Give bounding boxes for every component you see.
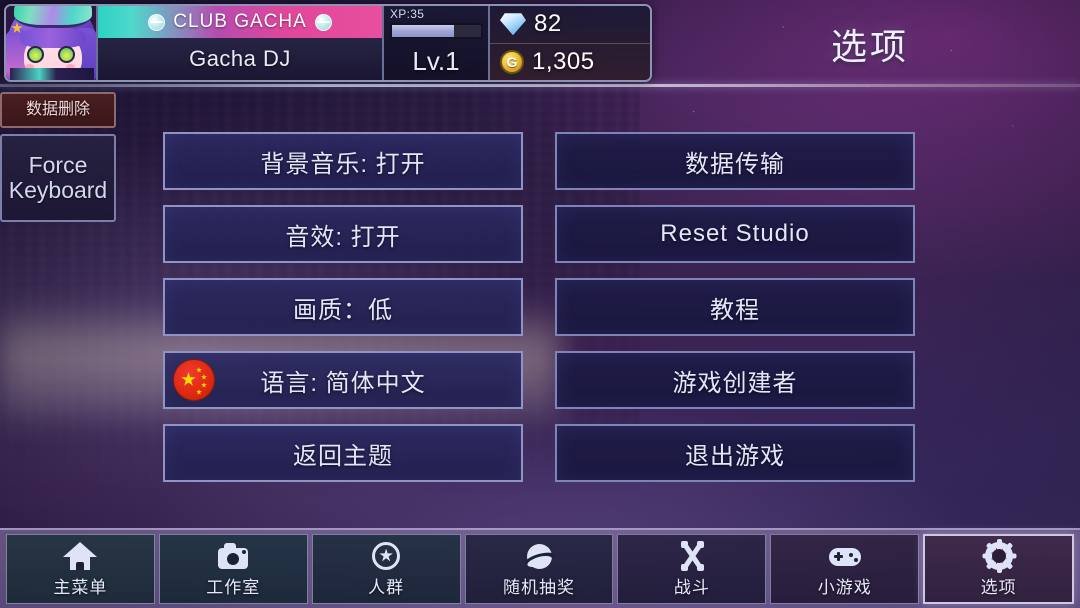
options-column-left: 背景音乐: 打开 音效: 打开 画质：低 语言: 简体中文 返回主题 (163, 132, 523, 497)
avatar-eye-right (58, 46, 75, 63)
avatar-portrait (6, 6, 96, 80)
back-to-theme-button[interactable]: 返回主题 (163, 424, 523, 482)
nav-minigames[interactable]: 小游戏 (770, 534, 920, 604)
nav-battle[interactable]: 战斗 (617, 534, 767, 604)
xp-progress-fill (392, 25, 455, 37)
home-icon (63, 541, 98, 571)
nav-crowd[interactable]: 人群 (311, 534, 461, 604)
gear-icon (982, 538, 1017, 573)
star-icon (369, 541, 403, 571)
force-keyboard-button[interactable]: Force Keyboard (0, 134, 116, 222)
avatar-eye-left (27, 46, 44, 63)
quality-button[interactable]: 画质：低 (163, 278, 523, 336)
gamepad-icon (828, 541, 862, 571)
option-label: 数据传输 (685, 150, 785, 178)
hud-center: CLUB GACHA Gacha DJ (98, 6, 382, 80)
nav-label: 工作室 (206, 577, 261, 597)
language-button[interactable]: 语言: 简体中文 (163, 351, 523, 409)
player-hud[interactable]: CLUB GACHA Gacha DJ XP:35 Lv.1 82 G 1,30… (4, 4, 652, 82)
camera-icon (216, 541, 250, 571)
tutorial-button[interactable]: 教程 (555, 278, 915, 336)
options-column-right: 数据传输 Reset Studio 教程 游戏创建者 退出游戏 (555, 132, 915, 497)
nav-label: 选项 (980, 577, 1017, 597)
reset-studio-button[interactable]: Reset Studio (555, 205, 915, 263)
nav-gacha[interactable]: 随机抽奖 (464, 534, 614, 604)
xp-top: XP:35 (384, 6, 488, 42)
option-label: 退出游戏 (685, 442, 785, 470)
nav-label: 随机抽奖 (503, 577, 575, 597)
nav-main-menu[interactable]: 主菜单 (6, 534, 155, 604)
avatar-collar (10, 68, 94, 80)
game-screen: CLUB GACHA Gacha DJ XP:35 Lv.1 82 G 1,30… (0, 0, 1080, 608)
delete-data-button[interactable]: 数据删除 (0, 92, 116, 128)
nav-label: 小游戏 (817, 577, 872, 597)
currency-panel: 82 G 1,305 (490, 6, 650, 80)
avatar-bangs (20, 26, 86, 48)
china-flag-icon (173, 359, 215, 401)
quit-game-button[interactable]: 退出游戏 (555, 424, 915, 482)
nav-studio[interactable]: 工作室 (158, 534, 308, 604)
option-label: 游戏创建者 (672, 369, 798, 397)
gacha-ball-icon (314, 13, 332, 31)
option-label: 音效: 打开 (285, 223, 401, 251)
player-name: Gacha DJ (98, 38, 382, 80)
nav-label: 人群 (368, 577, 405, 597)
page-title: 选项 (830, 26, 909, 67)
sfx-toggle-button[interactable]: 音效: 打开 (163, 205, 523, 263)
data-transfer-button[interactable]: 数据传输 (555, 132, 915, 190)
nav-options[interactable]: 选项 (923, 534, 1075, 604)
player-level: Lv.1 (412, 45, 460, 76)
gold-row: G 1,305 (490, 42, 650, 81)
avatar[interactable] (6, 6, 98, 80)
club-name: CLUB GACHA (173, 11, 307, 32)
avatar-cap (14, 6, 92, 28)
gold-coin-icon: G (500, 49, 524, 74)
xp-panel: XP:35 Lv.1 (382, 6, 490, 80)
xp-progress-bar (390, 23, 483, 39)
background-vignette (0, 0, 1080, 608)
gold-count: 1,305 (532, 47, 595, 75)
xp-label: XP:35 (390, 7, 425, 21)
gacha-ball-icon (148, 13, 166, 31)
bottom-navigation: 主菜单 工作室 人群 随机抽奖 战斗 小游戏 选项 (0, 528, 1080, 608)
option-label: 背景音乐: 打开 (260, 150, 426, 178)
gem-row: 82 (490, 6, 650, 43)
club-banner: CLUB GACHA (98, 6, 382, 38)
nav-label: 战斗 (673, 577, 710, 597)
option-label: 画质：低 (293, 296, 393, 324)
option-label: Reset Studio (660, 220, 810, 247)
option-label: 语言: 简体中文 (260, 369, 426, 397)
gem-count: 82 (534, 10, 562, 38)
option-label: 教程 (710, 296, 760, 324)
gem-icon (500, 13, 526, 36)
nav-label: 主菜单 (53, 577, 108, 597)
gacha-ball-icon (522, 541, 556, 571)
option-label: 返回主题 (293, 442, 393, 470)
bgm-toggle-button[interactable]: 背景音乐: 打开 (163, 132, 523, 190)
game-credits-button[interactable]: 游戏创建者 (555, 351, 915, 409)
swords-icon (675, 540, 709, 571)
